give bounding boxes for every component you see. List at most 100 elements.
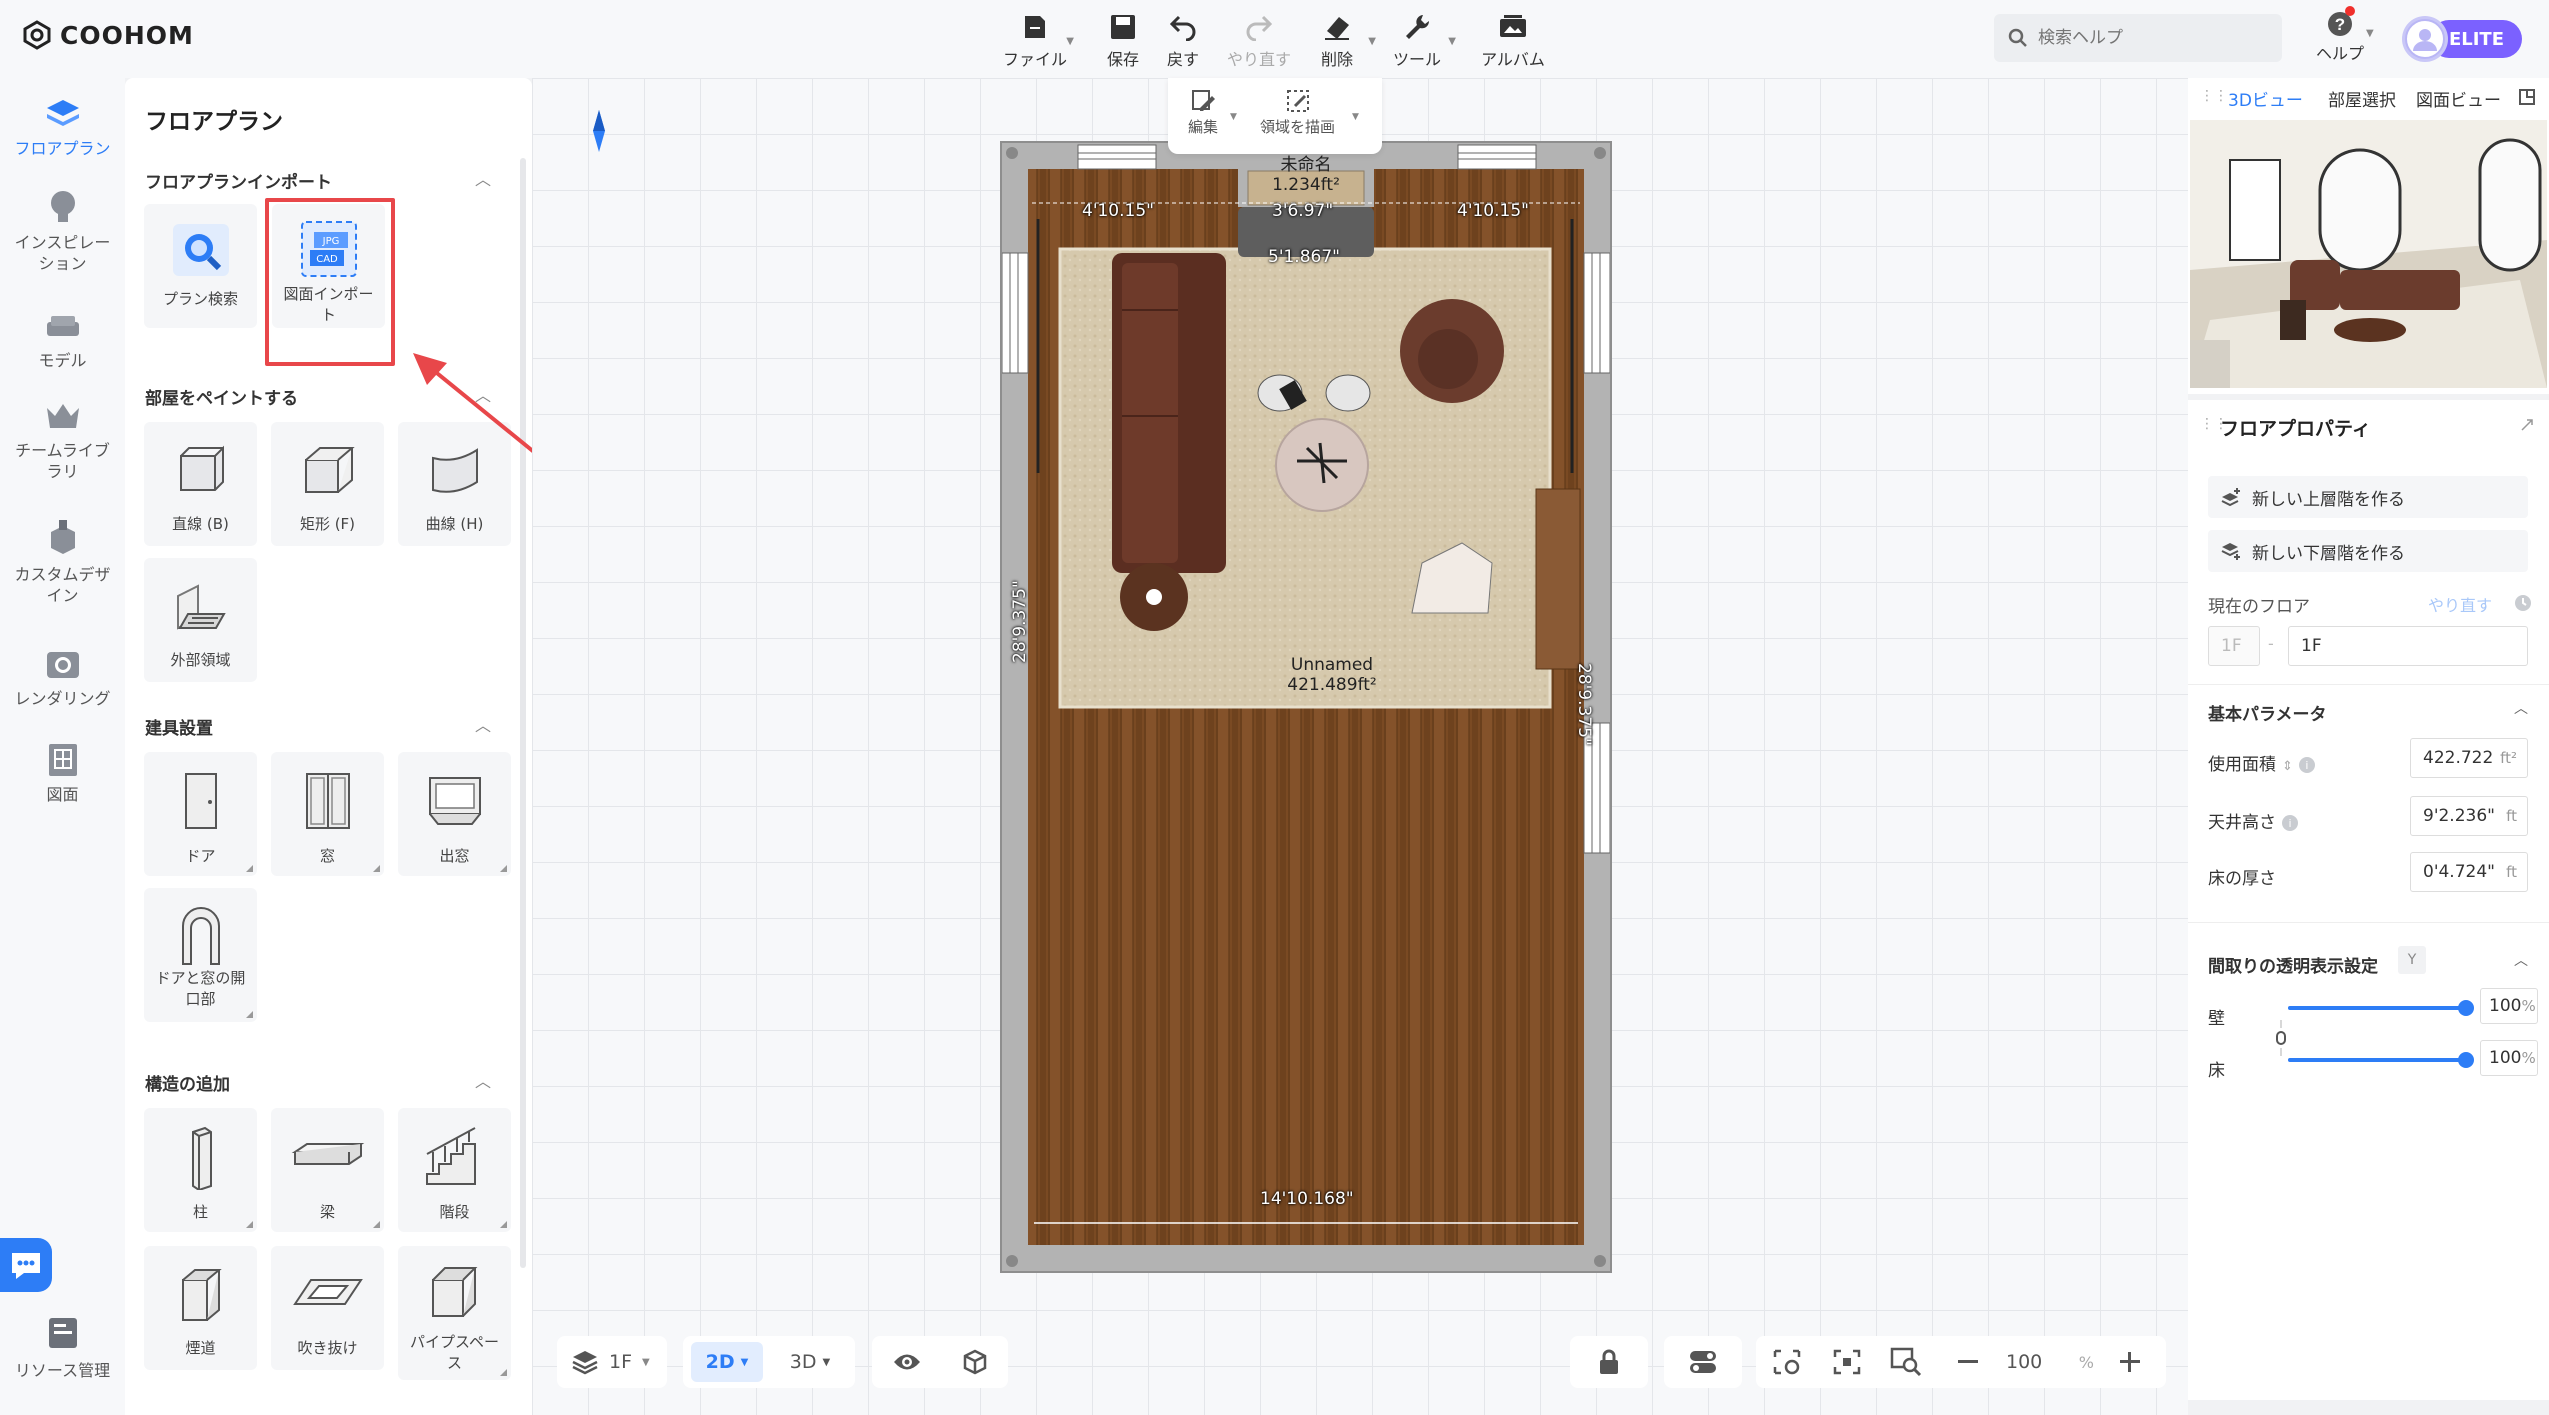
area-input[interactable]: 422.722 ft² [2410, 738, 2528, 778]
link-icon[interactable] [2272, 1018, 2290, 1058]
chevron-up-icon[interactable]: ︿ [475, 712, 491, 736]
floor-opacity-input[interactable]: 100% [2480, 1040, 2538, 1076]
logo[interactable]: COOHOM [22, 20, 194, 50]
tile-plan-search[interactable]: プラン検索 [144, 204, 257, 328]
toggle-settings-button[interactable] [1664, 1336, 1742, 1388]
tile-stairs[interactable]: 階段 [398, 1108, 511, 1232]
search-input[interactable] [2038, 28, 2258, 48]
tile-void[interactable]: 吹き抜け [271, 1246, 384, 1370]
chevron-up-icon[interactable]: ︿ [2514, 698, 2528, 718]
chat-button[interactable] [0, 1238, 52, 1292]
add-lower-floor-button[interactable]: 新しい下層階を作る [2208, 530, 2528, 572]
chevron-down-icon: ▼ [642, 1356, 650, 1368]
zoom-in-icon[interactable] [2118, 1350, 2142, 1374]
chevron-up-icon[interactable]: ︿ [2514, 950, 2528, 970]
view-settings-icon[interactable] [1772, 1348, 1802, 1376]
wall-opacity-input[interactable]: 100% [2480, 988, 2538, 1024]
add-upper-floor-button[interactable]: 新しい上層階を作る [2208, 476, 2528, 518]
delete-menu-button[interactable]: 削除 ▼ [1302, 10, 1376, 70]
nav-label: 図面 [46, 785, 79, 804]
zoom-out-icon[interactable] [1956, 1350, 1980, 1374]
chevron-up-icon[interactable]: ︿ [475, 166, 491, 190]
tile-exterior-area[interactable]: 外部領域 [144, 558, 257, 682]
tile-label: プラン検索 [162, 290, 238, 308]
dim-left: 28'9.375" [1010, 580, 1030, 663]
wall-opacity-slider[interactable] [2288, 1000, 2474, 1016]
tile-rect-room[interactable]: 矩形 (F) [271, 422, 384, 546]
dim-top-mid: 3'6.97" [1272, 201, 1334, 221]
nav-floorplan[interactable]: フロアプラン [0, 96, 125, 159]
tab-3d-view[interactable]: 3Dビュー [2228, 86, 2303, 111]
tile-opening[interactable]: ドアと窓の開口部 [144, 888, 257, 1022]
nav-model[interactable]: モデル [0, 310, 125, 371]
nav-custom-design[interactable]: カスタムデザイン [0, 518, 125, 606]
tile-door[interactable]: ドア [144, 752, 257, 876]
3d-preview-image[interactable] [2190, 120, 2547, 388]
help-button[interactable]: ? ヘルプ [2316, 10, 2364, 64]
room-area: 1.234ft² [1272, 175, 1340, 195]
fit-view-icon[interactable] [1832, 1348, 1862, 1376]
add-lower-floor-label: 新しい下層階を作る [2252, 543, 2405, 564]
chevron-up-icon[interactable]: ︿ [475, 1068, 491, 1092]
tab-room-select[interactable]: 部屋選択 [2328, 86, 2396, 111]
floor-plan[interactable]: 4'10.15" 3'6.97" 4'10.15" 5'1.867" 28'9.… [1000, 141, 1612, 1273]
lock-button[interactable] [1570, 1336, 1648, 1388]
panel-scrollbar[interactable] [520, 158, 526, 1268]
help-search[interactable] [1994, 14, 2282, 62]
room-label-small[interactable]: 未命名 1.234ft² [1258, 155, 1354, 195]
view-3d-button[interactable]: 3D ▼ [777, 1342, 843, 1382]
expand-icon[interactable] [2518, 88, 2536, 106]
floor-thickness-input[interactable]: 0'4.724" ft [2410, 852, 2528, 892]
zoom-unit: % [2078, 1352, 2094, 1372]
cube-icon[interactable] [961, 1348, 989, 1376]
tile-window[interactable]: 窓 [271, 752, 384, 876]
nav-team-library[interactable]: チームライブラリ [0, 398, 125, 482]
panel-title: フロアプラン [145, 109, 283, 135]
tab-drawing-view[interactable]: 図面ビュー [2416, 86, 2501, 111]
nav-label: リソース管理 [14, 1361, 111, 1380]
nav-inspiration[interactable]: インスピレーション [0, 188, 125, 274]
floor-name-input[interactable]: 1F [2288, 626, 2528, 666]
area-unit: ft² [2500, 749, 2517, 767]
drag-handle-icon[interactable]: ⋮⋮ [2200, 88, 2228, 104]
view-2d-button[interactable]: 2D ▼ [691, 1342, 763, 1382]
properties-title: フロアプロパティ [2220, 418, 2371, 440]
tile-column[interactable]: 柱 [144, 1108, 257, 1232]
undo-button[interactable]: 戻す [1148, 10, 1218, 70]
zoom-input[interactable]: 100 % [1992, 1342, 2102, 1382]
collapse-icon[interactable] [2520, 418, 2534, 432]
album-button[interactable]: アルバム [1478, 10, 1548, 70]
floor-opacity-label: 床 [2208, 1061, 2225, 1081]
tile-pipe-space[interactable]: パイプスペース [398, 1246, 511, 1380]
ceiling-height-input[interactable]: 9'2.236" ft [2410, 796, 2528, 836]
tile-flue[interactable]: 煙道 [144, 1246, 257, 1370]
file-menu-button[interactable]: ファイル ▼ [1000, 10, 1074, 70]
compass-icon[interactable] [591, 110, 607, 152]
wall-opacity-value: 100 [2489, 996, 2522, 1016]
nav-resource-management[interactable]: リソース管理 [0, 1316, 125, 1381]
dim-top-right: 4'10.15" [1457, 201, 1529, 221]
floor-opacity-slider[interactable] [2288, 1052, 2474, 1068]
redo-link[interactable]: やり直す [2428, 592, 2492, 616]
room-label-main[interactable]: Unnamed 421.489ft² [1252, 655, 1412, 695]
door-icon [184, 773, 217, 829]
tools-menu-button[interactable]: ツール ▼ [1382, 10, 1456, 70]
redo-button[interactable]: やり直す [1224, 10, 1294, 70]
eye-icon[interactable] [892, 1351, 922, 1373]
rect-room-icon [304, 447, 355, 493]
floor-selector[interactable]: 1F ▼ [557, 1336, 667, 1388]
nav-drawing[interactable]: 図面 [0, 742, 125, 805]
draw-area-button[interactable]: 領域を描画 [1260, 88, 1335, 137]
avatar[interactable] [2402, 16, 2448, 62]
logo-icon [23, 20, 51, 50]
tile-beam[interactable]: 梁 [271, 1108, 384, 1232]
stairs-icon [425, 1127, 476, 1185]
room-name: Unnamed [1290, 655, 1374, 675]
edit-button[interactable]: 編集 [1188, 88, 1218, 137]
zoom-area-icon[interactable] [1890, 1347, 1922, 1377]
floor-thickness-value: 0'4.724" [2423, 862, 2495, 882]
tile-straight-wall[interactable]: 直線 (B) [144, 422, 257, 546]
tile-bay-window[interactable]: 出窓 [398, 752, 511, 876]
floorplan-icon [46, 100, 79, 126]
nav-rendering[interactable]: レンダリング [0, 646, 125, 709]
